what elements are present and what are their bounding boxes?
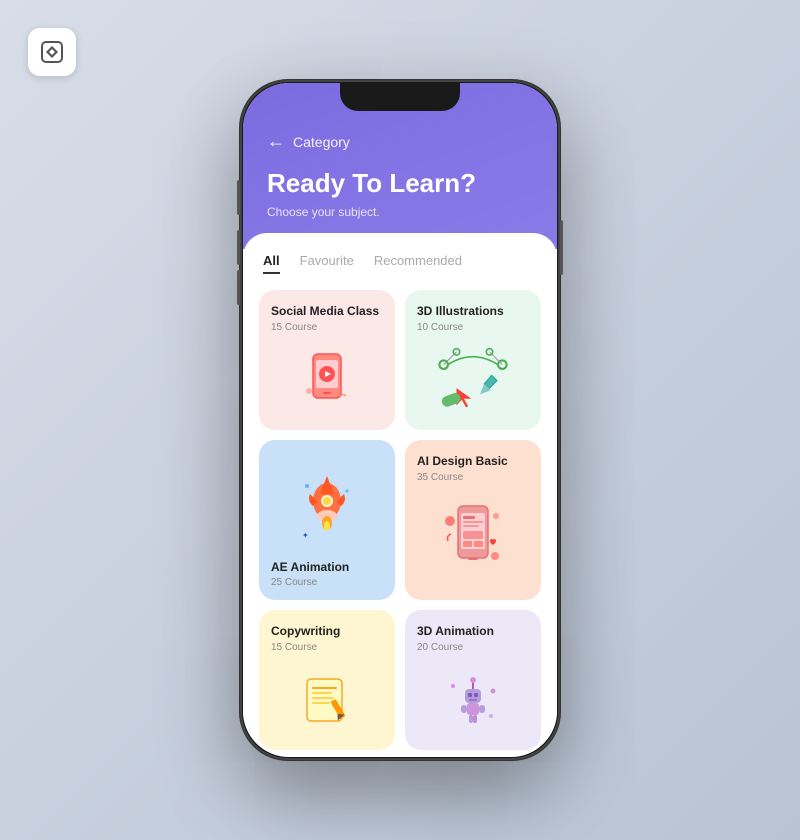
tab-all[interactable]: All <box>263 253 280 274</box>
card-illustration <box>417 339 529 418</box>
back-arrow-icon[interactable]: ← <box>267 131 285 152</box>
course-card-copywriting[interactable]: Copywriting 15 Course <box>259 610 395 750</box>
course-card-3d-animation[interactable]: 3D Animation 20 Course <box>405 610 541 750</box>
card-subtitle: 15 Course <box>271 642 383 653</box>
logo-corner <box>28 28 76 76</box>
card-title: Copywriting <box>271 624 383 640</box>
card-subtitle: 20 Course <box>417 642 529 653</box>
course-card-ai-design[interactable]: AI Design Basic 35 Course <box>405 440 541 600</box>
page-subtitle: Choose your subject. <box>267 205 533 219</box>
card-illustration <box>417 659 529 738</box>
page-title: Ready To Learn? <box>267 168 533 199</box>
card-illustration <box>271 339 383 418</box>
card-title: 3D Illustrations <box>417 304 529 320</box>
phone-screen: ← Category Ready To Learn? Choose your s… <box>243 83 557 757</box>
card-illustration <box>417 489 529 588</box>
phone-notch <box>340 83 460 111</box>
card-illustration <box>271 659 383 738</box>
nav-category-label: Category <box>293 134 350 150</box>
course-card-ae-animation[interactable]: ✦ AE Animation 25 Course <box>259 440 395 600</box>
nav-back-row[interactable]: ← Category <box>267 131 533 152</box>
card-title: AI Design Basic <box>417 454 529 470</box>
course-card-social-media[interactable]: Social Media Class 15 Course <box>259 290 395 430</box>
card-title: AE Animation <box>271 560 383 576</box>
card-title: 3D Animation <box>417 624 529 640</box>
tab-bar: All Favourite Recommended <box>259 253 541 274</box>
card-title: Social Media Class <box>271 304 383 320</box>
content-area: All Favourite Recommended Social Media C… <box>243 233 557 757</box>
course-grid: Social Media Class 15 Course <box>259 290 541 750</box>
card-subtitle: 35 Course <box>417 472 529 483</box>
phone-frame: ← Category Ready To Learn? Choose your s… <box>240 80 560 760</box>
card-subtitle: 15 Course <box>271 322 383 333</box>
card-illustration: ✦ <box>271 454 383 553</box>
svg-text:✦: ✦ <box>302 531 309 540</box>
tab-favourite[interactable]: Favourite <box>300 253 354 274</box>
tab-recommended[interactable]: Recommended <box>374 253 462 274</box>
app-logo <box>28 28 76 76</box>
course-card-3d-illustrations[interactable]: 3D Illustrations 10 Course <box>405 290 541 430</box>
card-subtitle: 10 Course <box>417 322 529 333</box>
card-subtitle: 25 Course <box>271 577 383 588</box>
